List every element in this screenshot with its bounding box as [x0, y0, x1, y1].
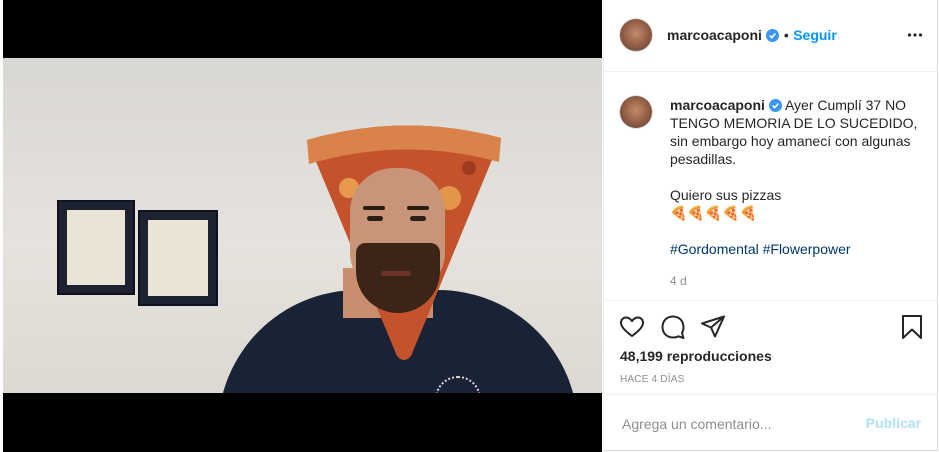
heart-icon[interactable]	[618, 313, 646, 341]
separator-dot: •	[783, 27, 789, 43]
comment-icon[interactable]	[659, 313, 687, 341]
post-video[interactable]	[3, 0, 602, 452]
post-header: marcoacaponi • Seguir	[604, 0, 937, 72]
caption-username[interactable]: marcoacaponi	[670, 97, 765, 113]
share-icon[interactable]	[699, 313, 727, 341]
caption-line2: Quiero sus pizzas	[670, 187, 782, 203]
wall-picture-right	[138, 210, 218, 306]
view-count[interactable]: 48,199 reproducciones	[620, 348, 772, 364]
hashtag-link[interactable]: #Gordomental	[670, 241, 759, 257]
comment-form: Publicar	[604, 394, 937, 451]
caption-emoji: 🍕🍕🍕🍕🍕	[670, 205, 758, 221]
video-frame[interactable]	[3, 58, 602, 393]
publish-button[interactable]: Publicar	[866, 415, 921, 431]
instagram-post: marcoacaponi • Seguir marcoacaponi Ayer …	[0, 0, 939, 452]
more-options-icon[interactable]	[907, 27, 923, 43]
verified-badge-icon	[766, 29, 780, 42]
comment-input[interactable]	[620, 413, 864, 435]
follow-button[interactable]: Seguir	[793, 27, 837, 43]
caption-avatar[interactable]	[620, 96, 652, 128]
caption-age[interactable]: 4 d	[670, 272, 922, 290]
wall-picture-left	[57, 200, 135, 295]
header-username[interactable]: marcoacaponi	[667, 27, 762, 43]
hashtag-link[interactable]: #Flowerpower	[763, 241, 851, 257]
bookmark-icon[interactable]	[898, 313, 926, 341]
avatar[interactable]	[620, 19, 652, 51]
post-sidebar: marcoacaponi • Seguir marcoacaponi Ayer …	[603, 0, 938, 451]
verified-badge-icon	[768, 99, 782, 112]
posted-time[interactable]: HACE 4 DÍAS	[620, 374, 684, 385]
